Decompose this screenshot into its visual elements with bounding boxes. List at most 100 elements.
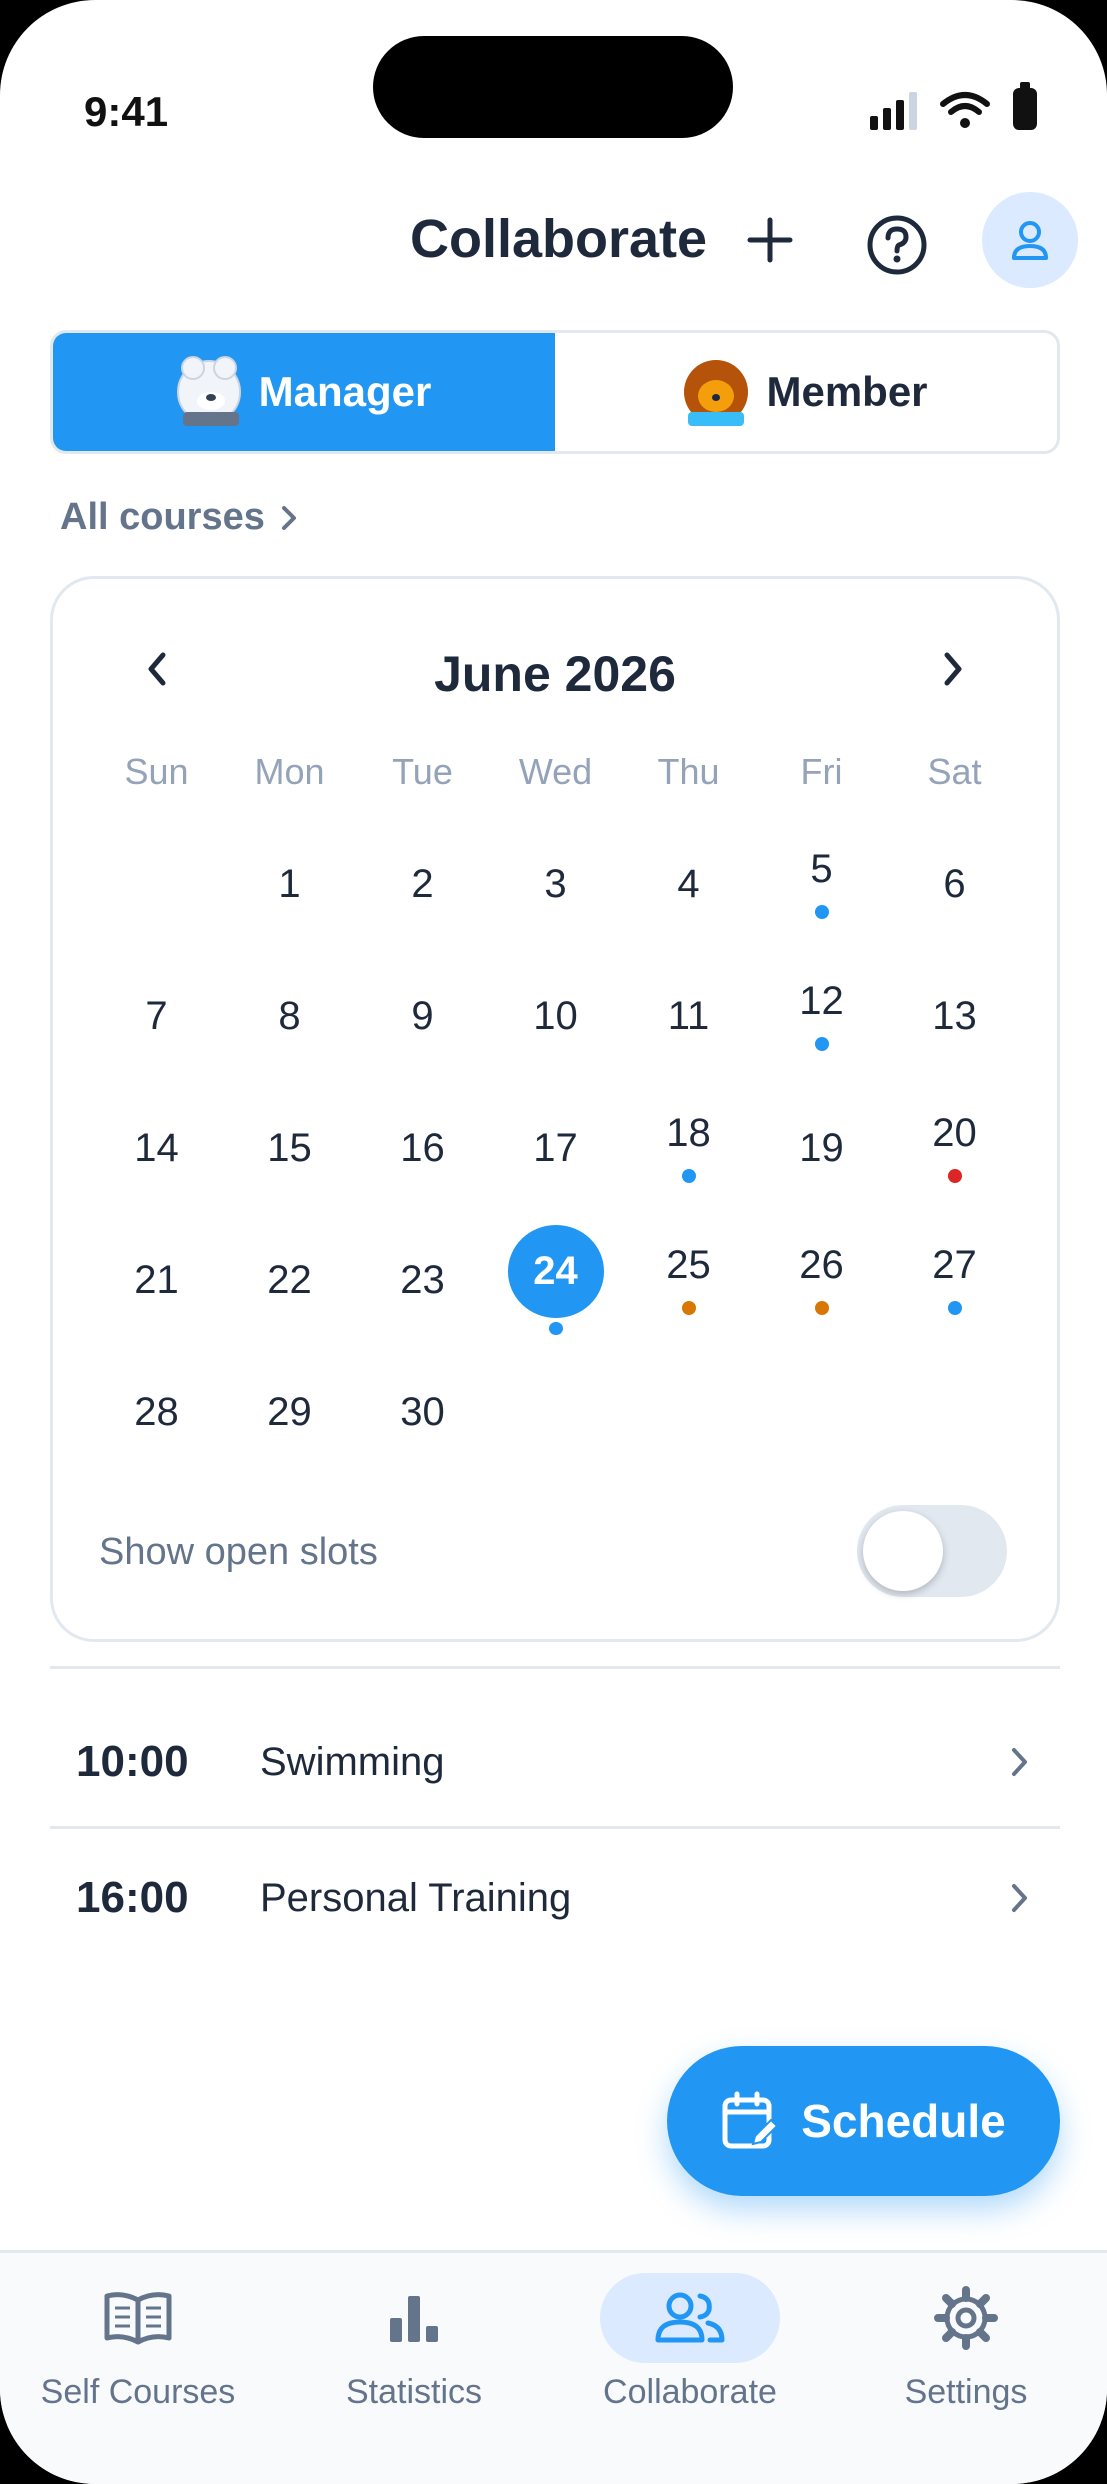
session-row[interactable]: 16:00 Personal Training bbox=[50, 1832, 1060, 1964]
list-divider bbox=[50, 1826, 1060, 1829]
nav-statistics[interactable]: Statistics bbox=[276, 2273, 552, 2412]
calendar-day[interactable]: 14 bbox=[90, 1093, 223, 1203]
member-tab-label: Member bbox=[766, 368, 928, 415]
calendar-day-number: 19 bbox=[799, 1126, 844, 1170]
calendar-day-number: 8 bbox=[278, 994, 301, 1038]
hedgehog-avatar-icon bbox=[684, 360, 749, 426]
calendar-day-number: 7 bbox=[145, 994, 168, 1038]
chevron-right-icon bbox=[1012, 1884, 1027, 1912]
show-open-slots-toggle[interactable] bbox=[857, 1505, 1007, 1597]
calendar-day-number: 30 bbox=[400, 1390, 445, 1434]
nav-collaborate[interactable]: Collaborate bbox=[552, 2273, 828, 2412]
calendar-day-number: 16 bbox=[400, 1126, 445, 1170]
calendar-day[interactable]: 5 bbox=[755, 829, 888, 939]
calendar-day-selected[interactable]: 24 bbox=[489, 1225, 622, 1335]
nav-settings[interactable]: Settings bbox=[828, 2273, 1104, 2412]
calendar-day[interactable]: 11 bbox=[622, 961, 755, 1071]
help-button[interactable] bbox=[862, 210, 932, 280]
list-divider bbox=[50, 1666, 1060, 1669]
battery-icon bbox=[1013, 82, 1037, 130]
nav-label: Settings bbox=[904, 2373, 1028, 2411]
user-icon bbox=[1012, 221, 1048, 260]
calendar-day[interactable]: 16 bbox=[356, 1093, 489, 1203]
plus-icon bbox=[747, 217, 793, 263]
calendar-day[interactable]: 9 bbox=[356, 961, 489, 1071]
calendar-day[interactable]: 3 bbox=[489, 829, 622, 939]
calendar-day[interactable]: 26 bbox=[755, 1225, 888, 1335]
calendar-day[interactable]: 22 bbox=[223, 1225, 356, 1335]
calendar-day[interactable]: 17 bbox=[489, 1093, 622, 1203]
calendar-day-number: 26 bbox=[799, 1243, 844, 1287]
calendar-day-number: 23 bbox=[400, 1258, 445, 1302]
nav-self-courses[interactable]: Self Courses bbox=[0, 2273, 276, 2412]
member-tab[interactable]: Member bbox=[555, 333, 1057, 451]
event-marker-dot bbox=[947, 1301, 962, 1315]
manager-tab[interactable]: Manager bbox=[53, 333, 555, 451]
phone-screen: 9:41 Collaborate Manager Member All cour… bbox=[0, 0, 1107, 2484]
all-courses-filter[interactable]: All courses bbox=[60, 496, 299, 539]
nav-label: Statistics bbox=[345, 2373, 483, 2411]
profile-button[interactable] bbox=[982, 192, 1078, 288]
calendar-day[interactable]: 12 bbox=[755, 961, 888, 1071]
calendar-day[interactable]: 29 bbox=[223, 1357, 356, 1467]
calendar-day[interactable]: 2 bbox=[356, 829, 489, 939]
add-button[interactable] bbox=[740, 210, 800, 270]
status-icons bbox=[870, 82, 1037, 130]
calendar-card: June 2026 Sun Mon Tue Wed Thu Fri Sat 12… bbox=[50, 576, 1060, 1642]
calendar-day[interactable]: 20 bbox=[888, 1093, 1021, 1203]
toggle-knob bbox=[863, 1511, 943, 1591]
calendar-day-number: 4 bbox=[677, 862, 700, 906]
bottom-navigation: Self Courses Statistics Collaborate Sett… bbox=[0, 2250, 1107, 2484]
calendar-day-number: 20 bbox=[932, 1111, 977, 1155]
event-marker-dot bbox=[947, 1169, 962, 1183]
calendar-day[interactable]: 27 bbox=[888, 1225, 1021, 1335]
event-marker-dot bbox=[681, 1169, 696, 1183]
calendar-day[interactable]: 13 bbox=[888, 961, 1021, 1071]
help-circle-icon bbox=[867, 215, 927, 275]
calendar-day-number: 22 bbox=[267, 1258, 312, 1302]
event-marker-dot bbox=[814, 1037, 829, 1051]
calendar-day-number: 28 bbox=[134, 1390, 179, 1434]
gear-icon bbox=[934, 2286, 998, 2350]
calendar-day[interactable]: 23 bbox=[356, 1225, 489, 1335]
calendar-day[interactable]: 21 bbox=[90, 1225, 223, 1335]
schedule-button-label: Schedule bbox=[801, 2095, 1006, 2147]
event-marker-dot bbox=[681, 1301, 696, 1315]
calendar-day-number: 6 bbox=[943, 862, 966, 906]
calendar-day-number: 11 bbox=[667, 994, 710, 1038]
dynamic-island bbox=[373, 36, 733, 138]
book-icon bbox=[104, 2292, 172, 2345]
calendar-day-number: 14 bbox=[134, 1126, 179, 1170]
users-icon bbox=[655, 2292, 725, 2343]
calendar-day-number: 3 bbox=[544, 862, 567, 906]
calendar-day[interactable]: 10 bbox=[489, 961, 622, 1071]
all-courses-label: All courses bbox=[60, 496, 265, 538]
calendar-day-number: 27 bbox=[932, 1243, 977, 1287]
session-time: 10:00 bbox=[76, 1737, 189, 1786]
calendar-day-number: 18 bbox=[666, 1111, 711, 1155]
calendar-day[interactable]: 7 bbox=[90, 961, 223, 1071]
show-open-slots-label: Show open slots bbox=[99, 1531, 378, 1573]
calendar-edit-icon bbox=[722, 2091, 779, 2149]
manager-tab-label: Manager bbox=[258, 368, 432, 415]
event-marker-dot bbox=[548, 1321, 563, 1335]
calendar-day-number: 13 bbox=[932, 994, 977, 1038]
calendar-day[interactable]: 1 bbox=[223, 829, 356, 939]
calendar-day[interactable]: 15 bbox=[223, 1093, 356, 1203]
calendar-day-number: 5 bbox=[810, 847, 833, 891]
calendar-day[interactable]: 28 bbox=[90, 1357, 223, 1467]
calendar-day[interactable]: 25 bbox=[622, 1225, 755, 1335]
nav-label: Self Courses bbox=[40, 2373, 236, 2411]
calendar-day-number: 29 bbox=[267, 1390, 312, 1434]
calendar-day[interactable]: 19 bbox=[755, 1093, 888, 1203]
calendar-day[interactable]: 30 bbox=[356, 1357, 489, 1467]
calendar-day-number: 21 bbox=[134, 1258, 179, 1302]
calendar-day[interactable]: 4 bbox=[622, 829, 755, 939]
calendar-day[interactable]: 6 bbox=[888, 829, 1021, 939]
calendar-day[interactable]: 18 bbox=[622, 1093, 755, 1203]
calendar-day[interactable]: 8 bbox=[223, 961, 356, 1071]
calendar-day-number: 15 bbox=[267, 1126, 312, 1170]
session-row[interactable]: 10:00 Swimming bbox=[50, 1696, 1060, 1828]
nav-label: Collaborate bbox=[603, 2373, 777, 2411]
schedule-button[interactable]: Schedule bbox=[667, 2046, 1060, 2196]
